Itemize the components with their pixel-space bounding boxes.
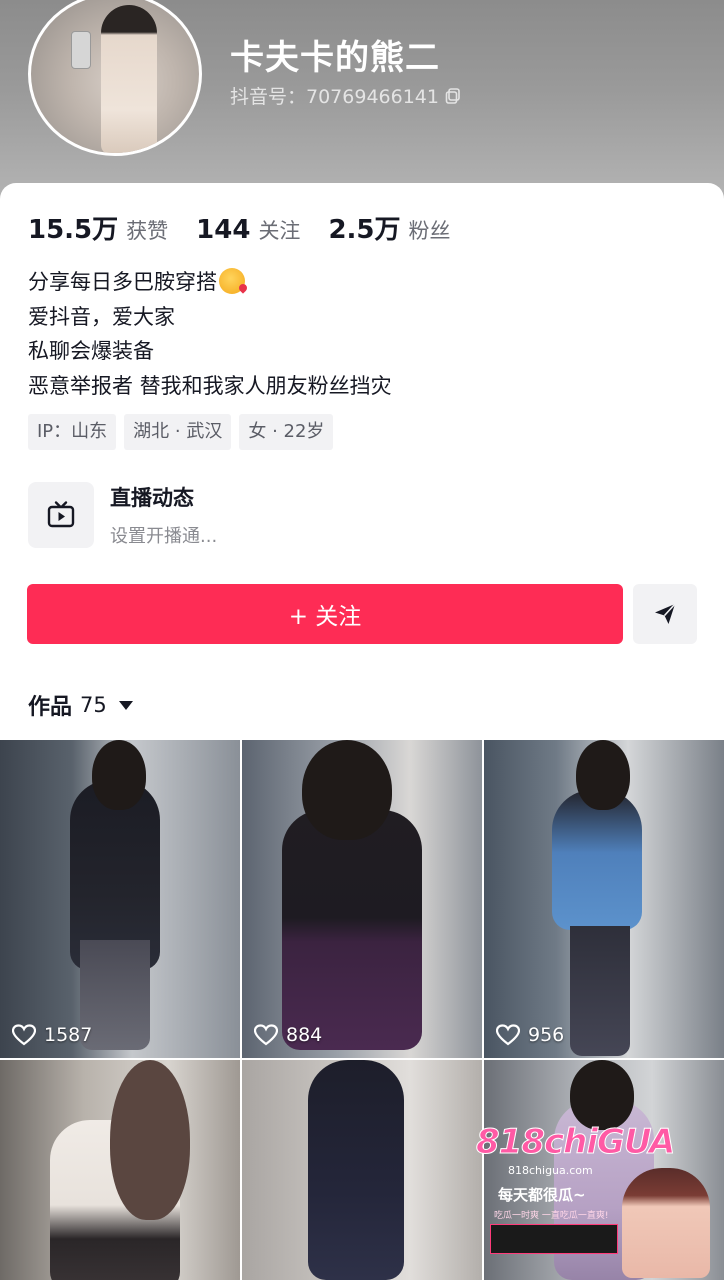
tv-icon xyxy=(47,501,75,528)
stat-likes[interactable]: 15.5万 获赞 xyxy=(28,209,168,246)
tag-location: 湖北 · 武汉 xyxy=(124,414,232,450)
live-icon-box xyxy=(28,482,94,548)
avatar-figure xyxy=(101,5,157,153)
douyin-id-row[interactable]: 抖音号：70769466141 xyxy=(230,82,461,109)
video-figure-head xyxy=(92,740,146,810)
stat-likes-label: 获赞 xyxy=(126,219,169,243)
follow-button-label: + 关注 xyxy=(288,604,362,630)
bio-line-1-text: 分享每日多巴胺穿搭 xyxy=(28,270,217,294)
ad-info-box xyxy=(490,1224,618,1254)
douyin-id: 抖音号：70769466141 xyxy=(230,86,439,108)
video-tile[interactable] xyxy=(242,1060,482,1280)
video-tile[interactable] xyxy=(0,1060,240,1280)
profile-tags: IP：山东 湖北 · 武汉 女 · 22岁 xyxy=(28,414,334,450)
likes-count: 884 xyxy=(254,1024,322,1046)
ad-url: 818chigua.com xyxy=(508,1164,593,1177)
ad-banner[interactable]: 818chiGUA 818chigua.com 每天都很瓜~ 吃瓜一时爽 一直吃… xyxy=(470,1118,718,1280)
heart-icon xyxy=(12,1024,36,1046)
ad-model-image xyxy=(622,1168,710,1278)
stat-followers[interactable]: 2.5万 粉丝 xyxy=(328,209,450,246)
live-updates[interactable]: 直播动态 设置开播通... xyxy=(28,482,217,548)
live-text: 直播动态 设置开播通... xyxy=(110,482,217,548)
stat-following-label: 关注 xyxy=(258,219,301,243)
bio-line-4: 恶意举报者 替我和我家人朋友粉丝挡灾 xyxy=(28,373,392,398)
video-figure-head xyxy=(576,740,630,810)
follow-button[interactable]: + 关注 xyxy=(27,584,623,644)
caret-down-icon xyxy=(118,700,133,710)
likes-count: 1587 xyxy=(12,1024,92,1046)
tag-gender-age: 女 · 22岁 xyxy=(239,414,334,450)
video-figure xyxy=(308,1060,404,1280)
share-button[interactable] xyxy=(633,584,697,644)
heart-icon xyxy=(254,1024,278,1046)
nickname: 卡夫卡的熊二 xyxy=(230,38,440,78)
live-title: 直播动态 xyxy=(110,486,194,510)
stat-following[interactable]: 144 关注 xyxy=(196,215,300,245)
stat-followers-value: 2.5万 xyxy=(328,215,401,245)
stat-following-value: 144 xyxy=(196,215,251,245)
bio-line-1: 分享每日多巴胺穿搭 xyxy=(28,265,392,300)
works-tab[interactable]: 作品 75 xyxy=(28,689,133,721)
likes-count-text: 956 xyxy=(528,1024,565,1046)
stats-row: 15.5万 获赞 144 关注 2.5万 粉丝 xyxy=(28,209,479,246)
video-tile[interactable]: 1587 xyxy=(0,740,240,1058)
works-label: 作品 xyxy=(28,695,73,720)
video-figure xyxy=(282,810,422,1050)
bio-line-3: 私聊会爆装备 xyxy=(28,339,154,363)
copy-icon[interactable] xyxy=(445,87,461,104)
likes-count-text: 1587 xyxy=(44,1024,93,1046)
kiss-emoji-icon xyxy=(219,268,245,294)
heart-icon xyxy=(496,1024,520,1046)
live-subtitle: 设置开播通... xyxy=(110,526,218,547)
video-figure-legs xyxy=(570,926,630,1056)
avatar-phone xyxy=(71,31,91,69)
ad-slogan: 每天都很瓜~ xyxy=(498,1186,586,1204)
video-tile[interactable]: 956 xyxy=(484,740,724,1058)
video-figure-head xyxy=(302,740,392,840)
video-figure-head xyxy=(110,1060,190,1220)
stat-likes-value: 15.5万 xyxy=(28,215,119,245)
works-grid: 1587 884 956 818chiGUA 818chigua.com 每天都… xyxy=(0,740,724,1280)
send-icon xyxy=(655,603,676,624)
video-tile[interactable]: 884 xyxy=(242,740,482,1058)
bio: 分享每日多巴胺穿搭 爱抖音，爱大家 私聊会爆装备 恶意举报者 替我和我家人朋友粉… xyxy=(28,265,392,403)
video-figure xyxy=(552,790,642,930)
works-count: 75 xyxy=(80,693,107,717)
likes-count: 956 xyxy=(496,1024,564,1046)
ad-subtitle: 吃瓜一时爽 一直吃瓜一直爽! xyxy=(494,1211,609,1221)
stat-followers-label: 粉丝 xyxy=(408,219,451,243)
tag-ip: IP：山东 xyxy=(28,414,117,450)
likes-count-text: 884 xyxy=(286,1024,323,1046)
ad-logo: 818chiGUA xyxy=(475,1122,675,1163)
bio-line-2: 爱抖音，爱大家 xyxy=(28,304,175,329)
